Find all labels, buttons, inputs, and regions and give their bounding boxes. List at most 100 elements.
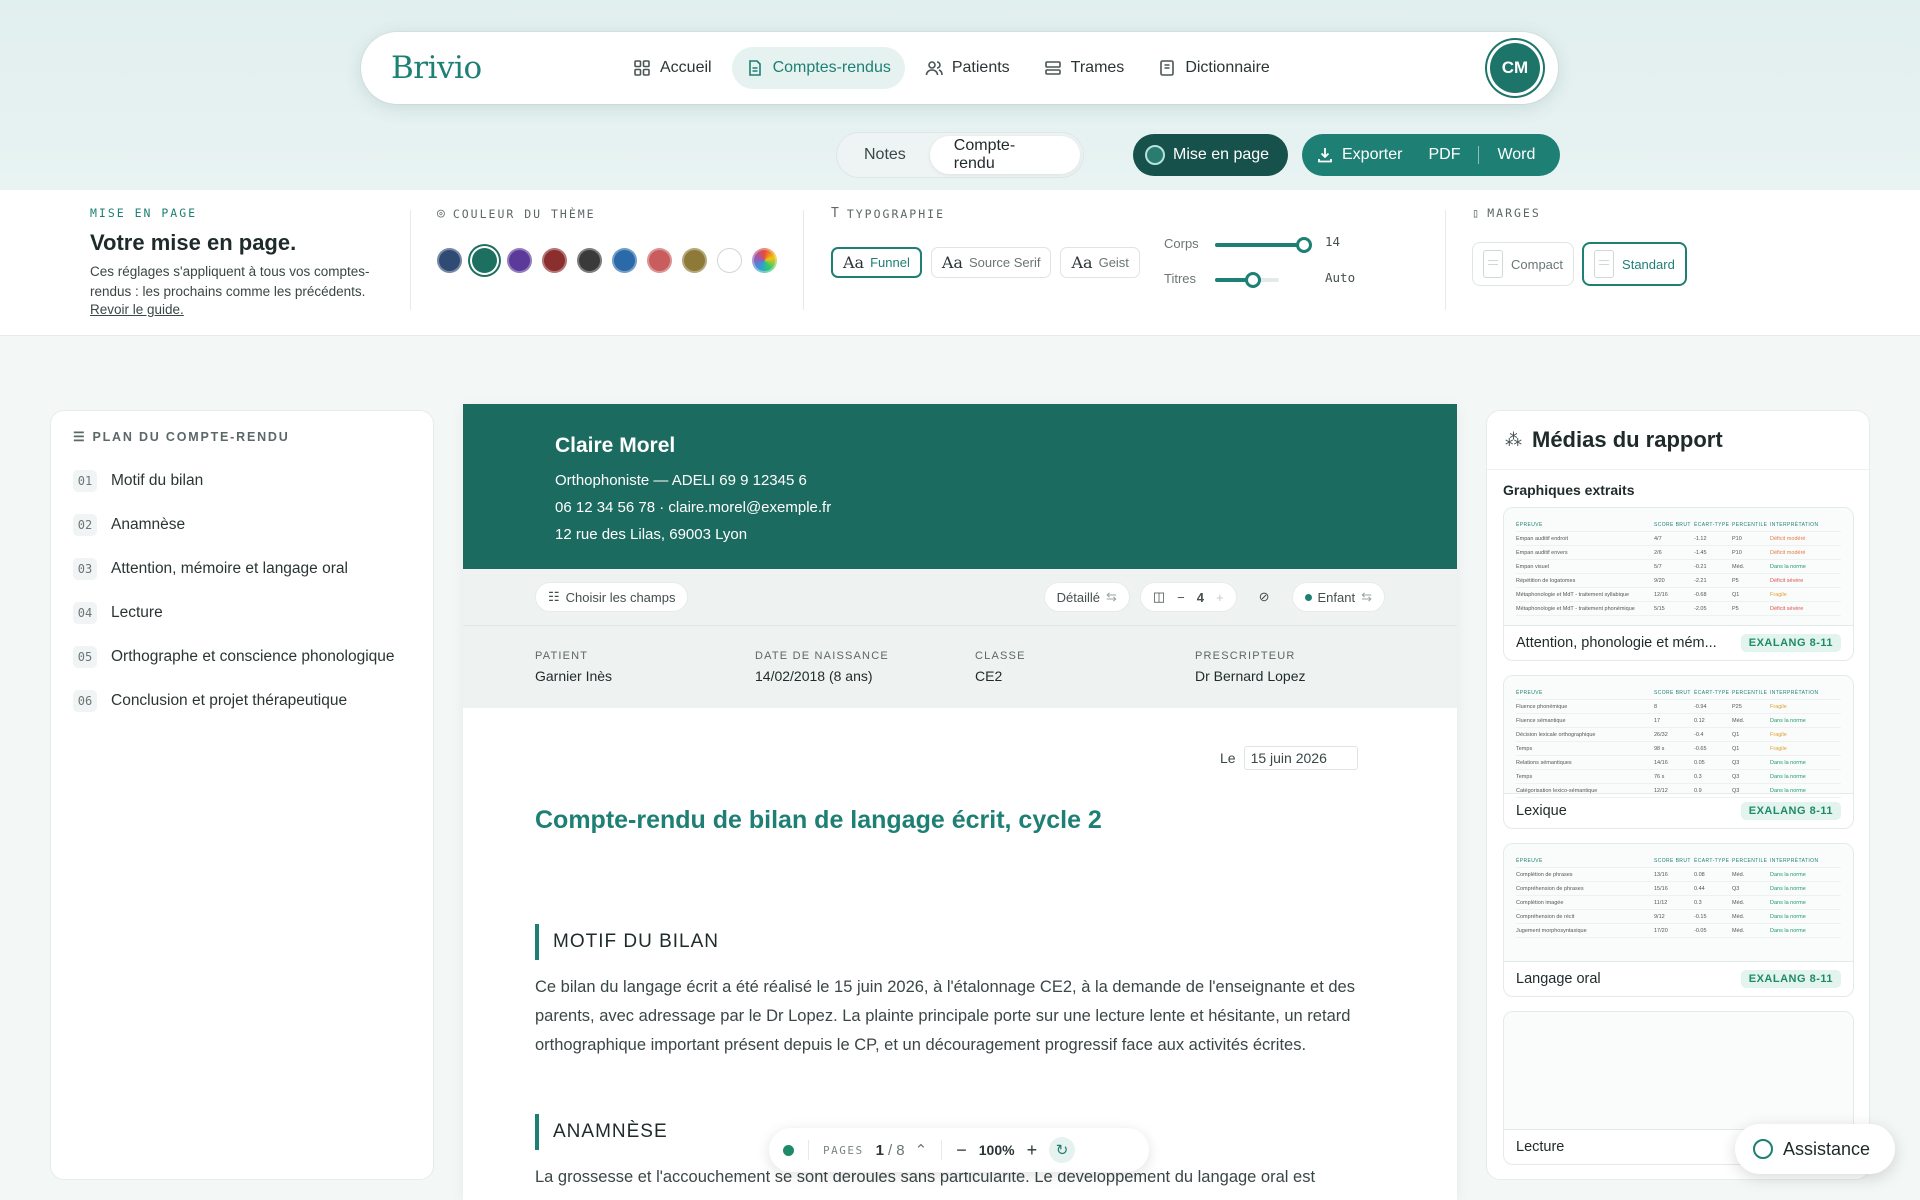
tab-compte-rendu[interactable]: Compte-rendu (929, 136, 1080, 174)
tab-notes[interactable]: Notes (840, 136, 930, 174)
section-heading-anamnese[interactable]: ANAMNÈSE (535, 1114, 668, 1150)
nav-item-accueil[interactable]: Accueil (619, 47, 726, 89)
media-card[interactable]: ÉPREUVE SCORE BRUT ÉCART-TYPE PERCENTILE INT… (1503, 843, 1854, 997)
media-card-title: Lexique (1516, 803, 1567, 819)
columns-decrement-button[interactable]: − (1177, 590, 1185, 605)
chart-thumbnail: ÉPREUVE SCORE BRUT ÉCART-TYPE PERCENTILE INT… (1504, 844, 1853, 962)
corps-label: Corps (1164, 236, 1199, 251)
export-word-button[interactable]: Word (1497, 146, 1535, 164)
theme-color-swatch[interactable] (647, 248, 672, 273)
theme-color-swatch[interactable] (437, 248, 462, 273)
theme-color-swatch[interactable] (612, 248, 637, 273)
media-card[interactable]: ÉPREUVE SCORE BRUT ÉCART-TYPE PERCENTILE INT… (1503, 507, 1854, 661)
thumbnail-cell: Catégorisation lexico-sémantique (1516, 787, 1598, 794)
export-pdf-button[interactable]: PDF (1428, 146, 1460, 164)
thumbnail-cell: 0.44 (1694, 885, 1705, 892)
guide-link[interactable]: Revoir le guide. (90, 302, 400, 317)
zoom-out-button[interactable]: − (956, 1140, 967, 1161)
thumbnail-row: Empan auditif envers 2/6 -1.45 P10 Déficit m… (1516, 546, 1841, 560)
thumbnail-header-cell: PERCENTILE (1732, 857, 1768, 864)
detail-toggle[interactable]: Détaillé ⇆ (1043, 582, 1130, 612)
margin-option-compact[interactable]: Compact (1472, 242, 1575, 286)
theme-color-swatch[interactable] (682, 248, 707, 273)
export-group: Exporter PDF Word (1302, 134, 1560, 176)
field-class[interactable]: CLASSE CE2 (975, 650, 1195, 708)
thumbnail-cell: Dans la norme (1770, 871, 1806, 878)
chevron-up-icon[interactable]: ⌃ (915, 1141, 928, 1159)
font-option-funnel[interactable]: Aa Funnel (831, 247, 922, 278)
outline-item[interactable]: 03 Attention, mémoire et langage oral (51, 547, 433, 591)
nav-item-patients[interactable]: Patients (911, 47, 1024, 89)
thumbnail-cell: Dans la norme (1770, 787, 1806, 794)
thumbnail-cell: -0.21 (1694, 563, 1707, 570)
media-card[interactable]: ÉPREUVE SCORE BRUT ÉCART-TYPE PERCENTILE INT… (1503, 675, 1854, 829)
outline-item[interactable]: 01 Motif du bilan (51, 459, 433, 503)
thumbnail-row: Répétition de logatomes 9/20 -2.21 P5 Défici… (1516, 574, 1841, 588)
theme-color-swatch[interactable] (717, 248, 742, 273)
thumbnail-cell: Relations sémantiques (1516, 759, 1572, 766)
reset-zoom-icon[interactable]: ↻ (1049, 1137, 1076, 1163)
section-text-motif[interactable]: Ce bilan du langage écrit a été réalisé … (535, 973, 1385, 1060)
corps-slider-knob[interactable] (1296, 237, 1312, 253)
outline-item[interactable]: 06 Conclusion et projet thérapeutique (51, 679, 433, 723)
thumbnail-cell: Métaphonologie et MdT - traitement phoné… (1516, 605, 1635, 612)
thumbnail-cell: Fragile (1770, 745, 1787, 752)
thumbnail-cell: 76 s (1654, 773, 1665, 780)
user-avatar[interactable]: CM (1490, 43, 1540, 93)
swap-icon: ⇆ (1361, 589, 1372, 604)
font-name: Funnel (870, 255, 910, 270)
field-patient[interactable]: PATIENT Garnier Inès (535, 650, 755, 708)
thumbnail-cell: -0.65 (1694, 745, 1707, 752)
outline-item[interactable]: 02 Anamnèse (51, 503, 433, 547)
hide-fields-button[interactable]: ⊘ (1247, 582, 1282, 612)
font-option-source-serif[interactable]: Aa Source Serif (930, 247, 1052, 278)
theme-color-swatch[interactable] (472, 248, 497, 273)
thumbnail-cell: Méd. (1732, 717, 1745, 724)
audience-toggle[interactable]: Enfant ⇆ (1291, 582, 1385, 612)
top-navbar: Brivio Accueil Comptes-rendus Patients T… (361, 32, 1558, 104)
thumbnail-cell: -1.45 (1694, 549, 1707, 556)
thumbnail-cell: Fragile (1770, 703, 1787, 710)
field-value: Garnier Inès (535, 668, 613, 684)
download-icon (1318, 148, 1332, 163)
nav-item-trames[interactable]: Trames (1030, 47, 1139, 89)
margin-option-standard[interactable]: Standard (1582, 242, 1687, 286)
thumbnail-cell: -0.05 (1694, 927, 1707, 934)
thumbnail-row: Fluence sémantique 17 0.12 Méd. Dans la norm… (1516, 714, 1841, 728)
field-birthdate[interactable]: DATE DE NAISSANCE 14/02/2018 (8 ans) (755, 650, 975, 708)
divider (410, 210, 411, 310)
section-heading-motif[interactable]: MOTIF DU BILAN (535, 924, 719, 960)
theme-color-swatch[interactable] (507, 248, 532, 273)
app-logo[interactable]: Brivio (391, 50, 611, 86)
titres-slider-knob[interactable] (1245, 272, 1261, 288)
font-option-geist[interactable]: Aa Geist (1060, 247, 1140, 278)
assistant-button[interactable]: Assistance (1735, 1124, 1895, 1174)
document-title[interactable]: Compte-rendu de bilan de langage écrit, … (535, 806, 1102, 835)
outline-item[interactable]: 04 Lecture (51, 591, 433, 635)
theme-color-swatch[interactable] (752, 248, 777, 273)
nav-item-comptes-rendus[interactable]: Comptes-rendus (731, 47, 905, 89)
corps-slider[interactable] (1215, 237, 1312, 253)
choose-fields-button[interactable]: ☷ Choisir les champs (535, 582, 689, 612)
field-prescriber[interactable]: PRESCRIPTEUR Dr Bernard Lopez (1195, 650, 1415, 708)
thumbnail-row: Temps 76 s 0.3 Q3 Dans la norme (1516, 770, 1841, 784)
thumbnail-cell: Complétion imagée (1516, 899, 1564, 906)
zoom-in-button[interactable]: + (1027, 1140, 1038, 1161)
theme-color-swatch[interactable] (577, 248, 602, 273)
pages-label: PAGES (823, 1143, 864, 1157)
margins-label-row: ▯ MARGES (1472, 206, 1687, 220)
outline-item[interactable]: 05 Orthographe et conscience phonologique (51, 635, 433, 679)
status-dot-icon (783, 1144, 794, 1156)
report-outline-panel: ☰ PLAN DU COMPTE-RENDU 01 Motif du bilan 0… (50, 410, 434, 1180)
date-input[interactable]: 15 juin 2026 (1243, 746, 1358, 770)
detail-label: Détaillé (1056, 589, 1100, 605)
grid-icon (634, 60, 650, 76)
mode-segmented-control: Notes Compte-rendu (836, 132, 1084, 178)
columns-increment-button[interactable]: + (1216, 590, 1224, 605)
thumbnail-row: Décision lexicale orthographique 26/32 -0.… (1516, 728, 1841, 742)
theme-color-swatch[interactable] (542, 248, 567, 273)
titres-slider[interactable] (1215, 272, 1279, 288)
nav-item-dictionnaire[interactable]: Dictionnaire (1144, 47, 1283, 89)
export-button[interactable]: Exporter (1342, 146, 1402, 164)
mise-en-page-toggle[interactable]: Mise en page (1133, 134, 1288, 176)
